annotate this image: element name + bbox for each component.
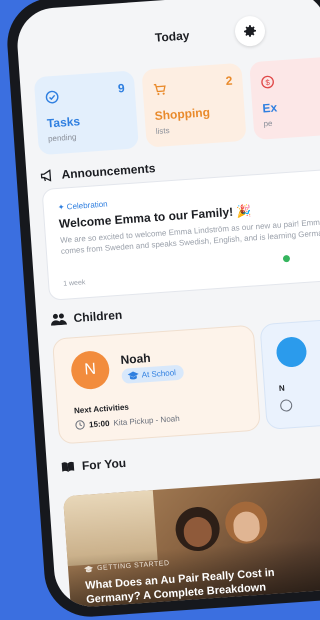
page-title: Today: [154, 28, 190, 45]
dollar-icon: $: [261, 75, 274, 89]
status-badge-text: At School: [141, 368, 177, 380]
shopping-sub: lists: [155, 126, 170, 136]
avatar: [275, 336, 308, 369]
app-screen: Today 9 Tasks pending 2 Shopping lists $…: [14, 0, 320, 610]
clock-icon: [279, 399, 293, 412]
avatar: N: [69, 349, 111, 391]
tasks-label: Tasks: [46, 114, 81, 131]
svg-text:$: $: [265, 78, 271, 87]
shopping-card[interactable]: 2 Shopping lists: [141, 62, 247, 148]
book-icon: [61, 461, 75, 473]
activity-name: Kita Pickup - Noah: [113, 413, 180, 428]
status-badge: At School: [121, 364, 185, 384]
settings-button[interactable]: [233, 15, 267, 48]
expenses-label: Ex: [261, 100, 278, 116]
clock-icon: [75, 420, 85, 430]
expenses-sub: pe: [263, 118, 273, 129]
top-bar: Today: [15, 0, 320, 68]
people-icon: [51, 313, 68, 326]
megaphone-icon: [40, 169, 52, 182]
children-heading-text: Children: [73, 307, 123, 326]
expenses-card[interactable]: $ Ex pe: [249, 55, 320, 141]
announcement-card[interactable]: ✦ Celebration Welcome Emma to our Family…: [41, 168, 320, 301]
announcement-tag: ✦ Celebration: [57, 199, 108, 212]
announcements-heading-text: Announcements: [61, 161, 156, 182]
tasks-card[interactable]: 9 Tasks pending: [33, 70, 139, 156]
gear-icon: [243, 25, 257, 37]
child-name: Noah: [120, 350, 152, 367]
tasks-count: 9: [117, 81, 126, 96]
for-you-heading: For You: [60, 455, 127, 475]
status-dot: [282, 254, 291, 263]
child-card-second[interactable]: N: [259, 317, 320, 430]
graduation-cap-icon: [84, 565, 94, 573]
phone-frame: Today 9 Tasks pending 2 Shopping lists $…: [4, 0, 320, 620]
tasks-sub: pending: [47, 132, 77, 144]
child-card-noah[interactable]: N Noah At School Next Activities 15:00 K…: [51, 324, 261, 445]
article-card[interactable]: GETTING STARTED What Does an Au Pair Rea…: [63, 475, 320, 610]
for-you-heading-text: For You: [81, 455, 127, 473]
activity-row: 15:00 Kita Pickup - Noah: [75, 413, 180, 430]
shopping-count: 2: [225, 73, 233, 88]
announcement-tag-text: Celebration: [66, 199, 108, 212]
shopping-label: Shopping: [154, 105, 211, 123]
announcements-heading: Announcements: [40, 161, 156, 183]
check-circle-icon: [45, 90, 59, 104]
children-heading: Children: [50, 307, 123, 327]
announcement-time: 1 week: [62, 279, 86, 288]
quick-cards: 9 Tasks pending 2 Shopping lists $ Ex pe: [33, 55, 320, 156]
activity-time: 15:00: [88, 418, 110, 429]
next-activities-label: N: [278, 383, 286, 393]
next-activities-label: Next Activities: [73, 402, 130, 416]
cart-icon: [153, 83, 166, 96]
graduation-cap-icon: [127, 371, 139, 380]
